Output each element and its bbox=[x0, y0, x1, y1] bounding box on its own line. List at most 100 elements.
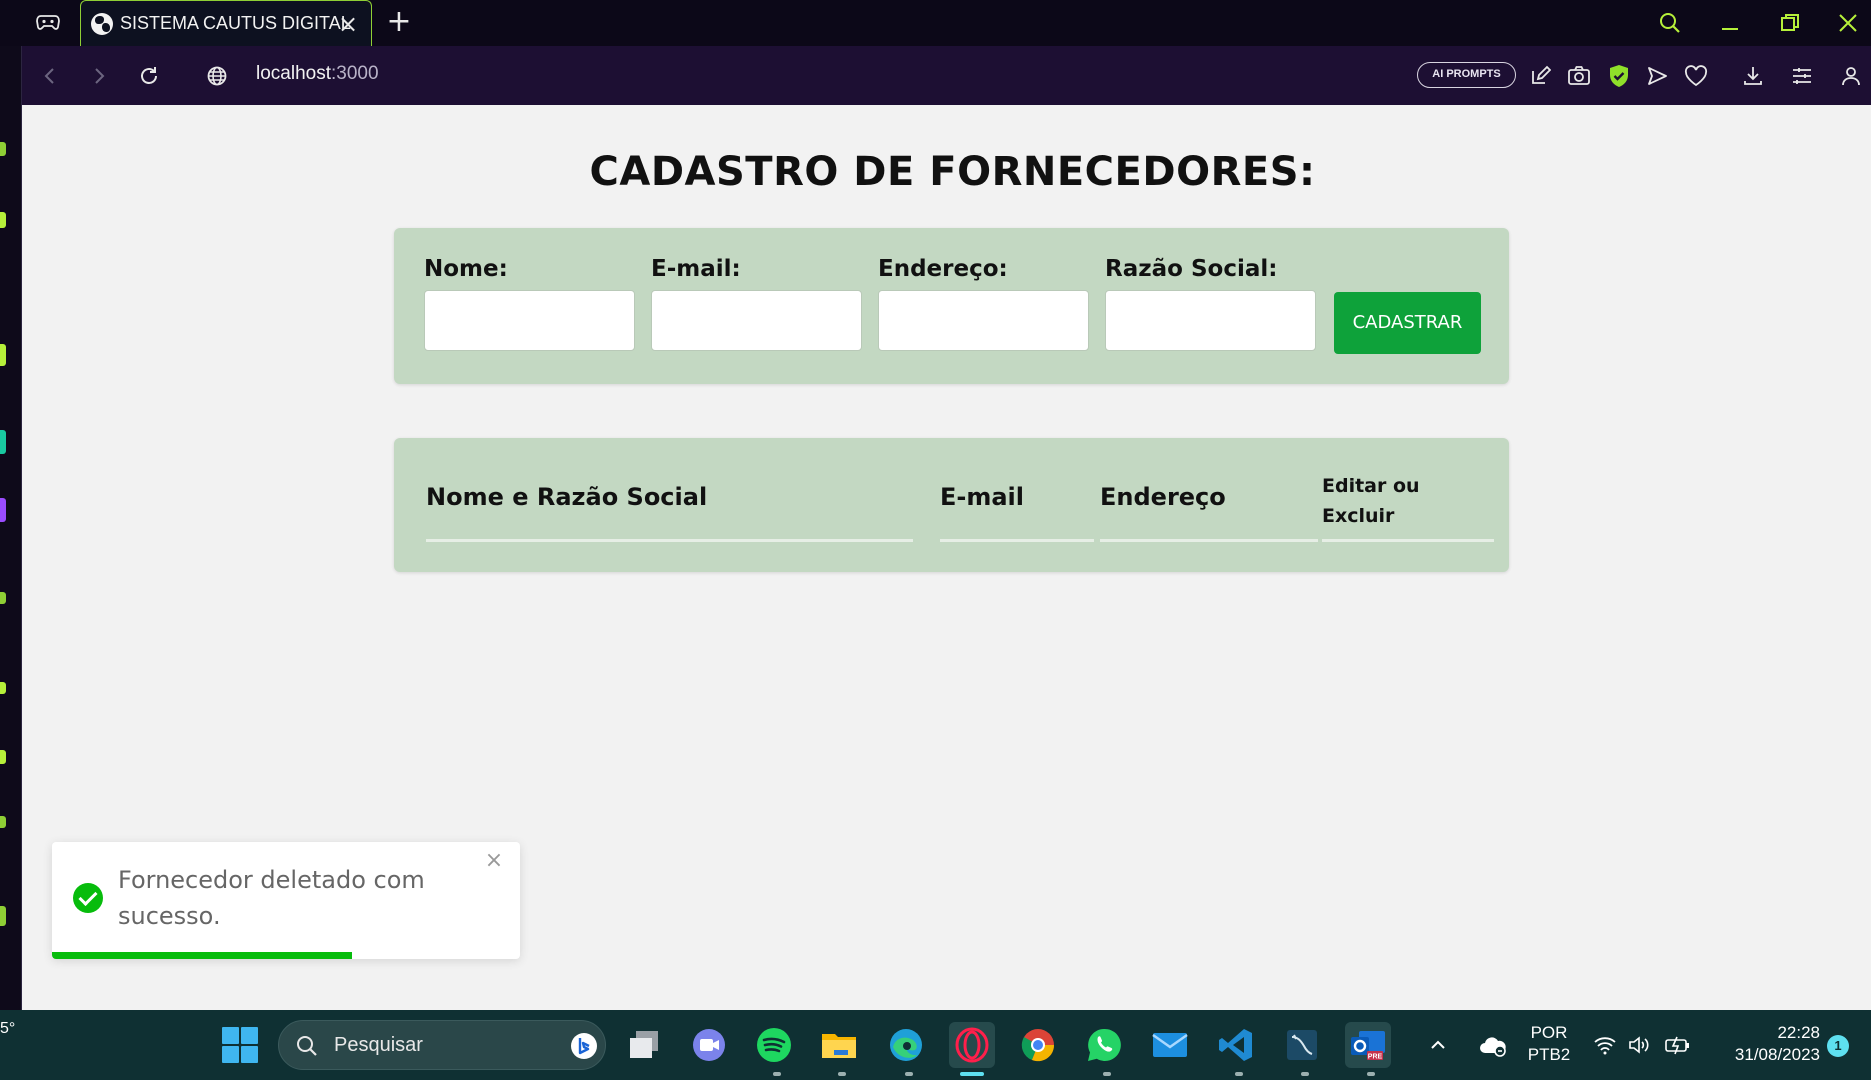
sidebar-item-1[interactable] bbox=[0, 142, 6, 156]
opera-gx-icon[interactable] bbox=[949, 1022, 995, 1068]
task-view-icon[interactable] bbox=[621, 1022, 667, 1068]
toast-message: Fornecedor deletado com sucesso. bbox=[118, 866, 425, 930]
chrome-icon[interactable] bbox=[1015, 1022, 1061, 1068]
header-underline-address bbox=[1100, 539, 1318, 542]
sidebar-item-6[interactable] bbox=[0, 592, 6, 604]
camera-snapshot-icon[interactable] bbox=[1563, 60, 1595, 92]
header-underline-email bbox=[940, 539, 1094, 542]
battery-charging-icon[interactable] bbox=[1660, 1022, 1696, 1068]
edit-page-icon[interactable] bbox=[1524, 60, 1556, 92]
toast-progress-bar bbox=[52, 952, 352, 959]
spotify-icon[interactable] bbox=[751, 1022, 797, 1068]
download-icon[interactable] bbox=[1737, 60, 1769, 92]
ai-prompts-button[interactable]: AI PROMPTS bbox=[1417, 62, 1516, 88]
success-check-icon bbox=[73, 883, 103, 913]
mail-icon[interactable] bbox=[1147, 1022, 1193, 1068]
back-button[interactable] bbox=[34, 60, 66, 92]
new-tab-button[interactable]: + bbox=[384, 7, 414, 38]
sidebar-item-7[interactable] bbox=[0, 682, 6, 694]
close-window-button[interactable] bbox=[1828, 6, 1868, 40]
wifi-icon[interactable] bbox=[1590, 1022, 1620, 1068]
url-field[interactable]: localhost:3000 bbox=[256, 63, 379, 85]
profile-icon[interactable] bbox=[1835, 60, 1867, 92]
start-button[interactable] bbox=[222, 1027, 258, 1063]
clock-time: 22:28 bbox=[1777, 1023, 1820, 1042]
globe-favicon-icon bbox=[91, 12, 113, 35]
vscode-running-indicator bbox=[1235, 1072, 1243, 1076]
site-info-globe-icon[interactable] bbox=[201, 60, 233, 92]
web-page: CADASTRO DE FORNECEDORES: Nome: E-mail: … bbox=[22, 105, 1871, 1010]
forward-button[interactable] bbox=[83, 60, 115, 92]
shield-check-icon[interactable] bbox=[1603, 60, 1635, 92]
header-underline-actions bbox=[1322, 539, 1494, 542]
search-tabs-icon[interactable] bbox=[1650, 6, 1690, 40]
vscode-icon[interactable] bbox=[1213, 1022, 1259, 1068]
whatsapp-running-indicator bbox=[1103, 1072, 1111, 1076]
send-icon[interactable] bbox=[1641, 60, 1673, 92]
name-input[interactable] bbox=[424, 290, 635, 351]
header-name-company: Nome e Razão Social bbox=[426, 483, 708, 511]
clock[interactable]: 22:28 31/08/2023 bbox=[1710, 1022, 1820, 1066]
bing-icon[interactable] bbox=[569, 1031, 599, 1061]
edge-icon[interactable] bbox=[883, 1022, 929, 1068]
search-placeholder: Pesquisar bbox=[334, 1034, 423, 1056]
header-address: Endereço bbox=[1100, 483, 1226, 511]
address-bar: localhost:3000 AI PROMPTS bbox=[0, 46, 1871, 105]
gamepad-icon[interactable] bbox=[30, 8, 66, 38]
file-explorer-icon[interactable] bbox=[816, 1022, 862, 1068]
easy-setup-icon[interactable] bbox=[1786, 60, 1818, 92]
sidebar-item-2[interactable] bbox=[0, 212, 6, 228]
weather-widget[interactable]: 5° bbox=[0, 1020, 15, 1038]
windows-taskbar: 5° Pesquisar PRE POR PTB2 22:28 31/08/20… bbox=[0, 1010, 1871, 1080]
sidebar-item-9[interactable] bbox=[0, 816, 6, 828]
tab-close-icon[interactable]: × bbox=[337, 12, 359, 36]
reload-button[interactable] bbox=[133, 60, 165, 92]
sidebar-item-8[interactable] bbox=[0, 750, 6, 764]
notification-badge[interactable]: 1 bbox=[1827, 1035, 1849, 1057]
language-indicator[interactable]: POR PTB2 bbox=[1525, 1022, 1573, 1066]
workbench-running-indicator bbox=[1301, 1072, 1309, 1076]
header-underline-name bbox=[426, 539, 913, 542]
company-name-input[interactable] bbox=[1105, 290, 1316, 351]
tab-sistema-cautus[interactable]: SISTEMA CAUTUS DIGITAL × bbox=[80, 0, 372, 46]
chevron-up-icon[interactable] bbox=[1421, 1022, 1455, 1068]
opera-active-indicator bbox=[960, 1072, 984, 1076]
language-line1: POR bbox=[1530, 1023, 1568, 1042]
teams-icon[interactable] bbox=[686, 1022, 732, 1068]
language-line2: PTB2 bbox=[1527, 1045, 1571, 1064]
header-email: E-mail bbox=[940, 483, 1025, 511]
volume-icon[interactable] bbox=[1624, 1022, 1654, 1068]
restore-button[interactable] bbox=[1770, 6, 1810, 40]
email-input[interactable] bbox=[651, 290, 862, 351]
browser-tab-bar: SISTEMA CAUTUS DIGITAL × + bbox=[0, 0, 1871, 46]
sidebar-item-3[interactable] bbox=[0, 344, 6, 366]
header-actions-line2: Excluir bbox=[1322, 505, 1395, 527]
cadastrar-button[interactable]: CADASTRAR bbox=[1334, 292, 1481, 354]
success-toast[interactable]: Fornecedor deletado com sucesso. × bbox=[52, 842, 520, 959]
outlook-preview-icon[interactable]: PRE bbox=[1345, 1022, 1391, 1068]
sidebar-item-5[interactable] bbox=[0, 498, 6, 522]
heart-icon[interactable] bbox=[1680, 60, 1712, 92]
tab-title: SISTEMA CAUTUS DIGITAL bbox=[120, 13, 351, 33]
url-host: localhost bbox=[256, 63, 331, 84]
page-title: CADASTRO DE FORNECEDORES: bbox=[589, 149, 1316, 195]
onedrive-cloud-icon[interactable] bbox=[1473, 1022, 1513, 1068]
toast-close-icon[interactable]: × bbox=[483, 850, 505, 872]
mysql-workbench-icon[interactable] bbox=[1279, 1022, 1325, 1068]
header-actions: Editar ou Excluir bbox=[1322, 471, 1420, 531]
suppliers-table: Nome e Razão Social E-mail Endereço Edit… bbox=[394, 438, 1509, 572]
weather-temp: 5° bbox=[0, 1020, 16, 1037]
name-field: Nome: bbox=[424, 256, 635, 351]
minimize-button[interactable] bbox=[1710, 6, 1750, 40]
clock-date: 31/08/2023 bbox=[1734, 1045, 1820, 1064]
header-actions-line1: Editar ou bbox=[1322, 475, 1420, 497]
outlook-running-indicator bbox=[1367, 1072, 1375, 1076]
browser-sidebar bbox=[0, 46, 22, 1010]
taskbar-search[interactable]: Pesquisar bbox=[278, 1020, 606, 1070]
svg-text:PRE: PRE bbox=[1368, 1054, 1383, 1061]
sidebar-item-4[interactable] bbox=[0, 430, 6, 454]
address-input[interactable] bbox=[878, 290, 1089, 351]
whatsapp-icon[interactable] bbox=[1081, 1022, 1127, 1068]
sidebar-item-10[interactable] bbox=[0, 906, 6, 926]
edge-running-indicator bbox=[905, 1072, 913, 1076]
